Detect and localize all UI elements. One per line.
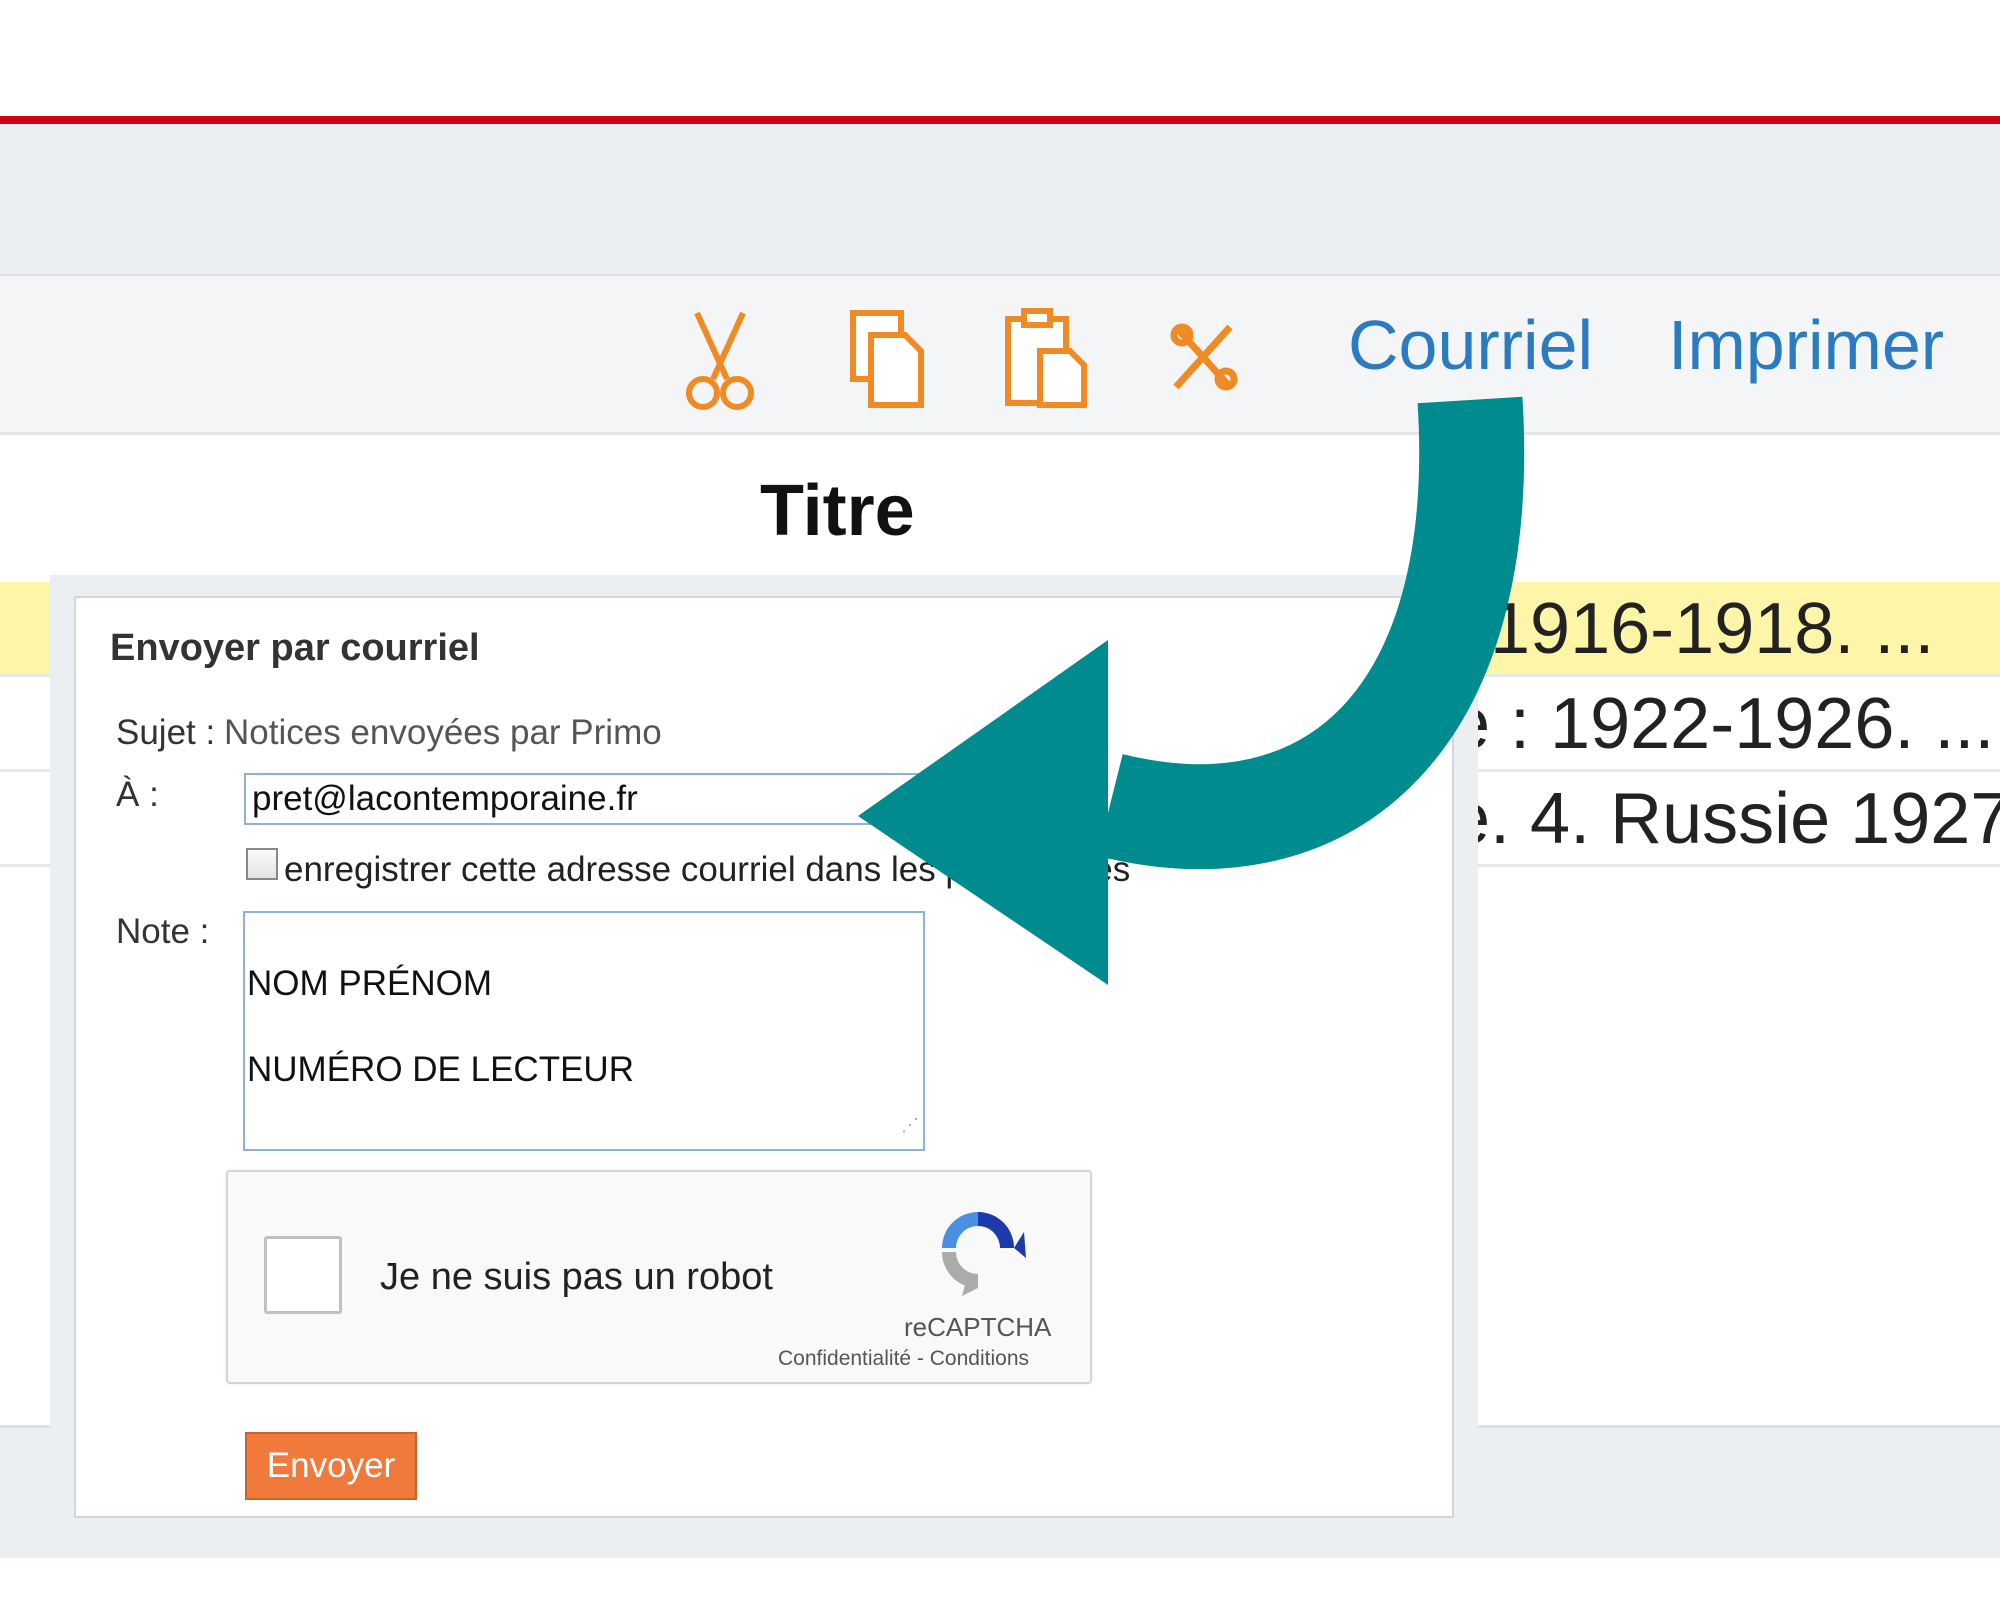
dialog-title: Envoyer par courriel: [110, 627, 480, 669]
courriel-link[interactable]: Courriel: [1348, 305, 1593, 385]
recaptcha-label: Je ne suis pas un robot: [380, 1256, 773, 1298]
save-address-checkbox[interactable]: [246, 848, 278, 880]
result-title[interactable]: e. 4. Russie 1927: [1450, 778, 2000, 860]
privacy-link[interactable]: Confidentialité: [778, 1347, 911, 1370]
links-separator: -: [911, 1347, 930, 1370]
recaptcha-logo-icon: [942, 1212, 1026, 1296]
to-email-input[interactable]: [244, 773, 964, 825]
paste-icon[interactable]: [1000, 305, 1090, 415]
send-button[interactable]: Envoyer: [245, 1432, 417, 1500]
column-header-title[interactable]: Titre: [760, 470, 915, 552]
note-textarea[interactable]: NOM PRÉNOM NUMÉRO DE LECTEUR ⋰: [243, 911, 925, 1151]
copy-icon[interactable]: [845, 305, 935, 415]
note-text: NOM PRÉNOM NUMÉRO DE LECTEUR: [247, 964, 634, 1089]
scissors-icon[interactable]: [675, 305, 765, 415]
subject-label: Sujet :: [116, 713, 216, 752]
top-accent-line: [0, 116, 2000, 124]
recaptcha-brand: reCAPTCHA: [904, 1312, 1052, 1342]
header-band: [0, 124, 2000, 276]
recaptcha-links: Confidentialité - Conditions: [778, 1347, 1029, 1371]
result-title[interactable]: : 1916-1918. ...: [1450, 588, 1934, 670]
imprimer-link[interactable]: Imprimer: [1668, 305, 1944, 385]
note-label: Note :: [116, 912, 210, 951]
terms-link[interactable]: Conditions: [930, 1347, 1029, 1370]
subject-value: Notices envoyées par Primo: [224, 713, 662, 752]
resize-grip-icon[interactable]: ⋰: [901, 1104, 919, 1147]
save-address-label: enregistrer cette adresse courriel dans …: [284, 850, 1131, 889]
clear-icon[interactable]: [1160, 305, 1250, 415]
result-title[interactable]: e : 1922-1926. ...: [1450, 683, 1994, 765]
recaptcha-widget: Je ne suis pas un robot reCAPTCHA Confid…: [226, 1170, 1092, 1384]
recaptcha-checkbox[interactable]: [264, 1236, 342, 1314]
to-label: À :: [116, 775, 159, 814]
